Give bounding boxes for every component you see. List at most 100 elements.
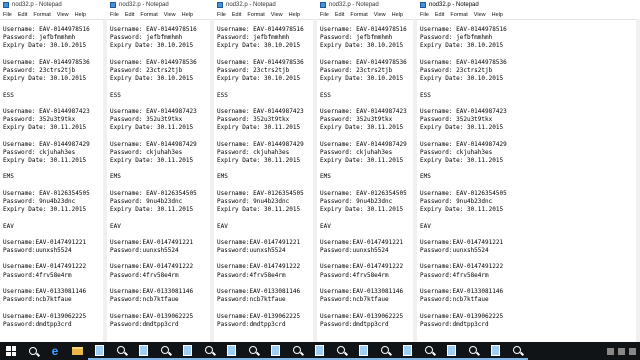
text-line — [3, 165, 107, 173]
text-line: Password: 23ctrs2tjb — [3, 66, 76, 74]
taskbar-notepad-button[interactable] — [198, 342, 220, 360]
menu-format[interactable]: Format — [140, 12, 157, 18]
text-line: Username:EAV-0139062225 — [110, 312, 194, 320]
taskbar-notepad-button[interactable] — [396, 342, 418, 360]
taskbar-notepad-button[interactable] — [132, 342, 154, 360]
menu-help[interactable]: Help — [75, 12, 86, 18]
menu-file[interactable]: File — [3, 12, 12, 18]
text-line: EMS — [217, 173, 228, 181]
search-icon — [513, 346, 521, 354]
text-area[interactable]: Username: EAV-0144978516 Password: jefbfm… — [417, 20, 640, 336]
title-bar[interactable]: nod32.p - Notepad — [417, 0, 640, 10]
text-area[interactable]: Username: EAV-0144978516 Password: jefbfm… — [0, 20, 107, 336]
taskbar-notepad-button[interactable] — [462, 342, 484, 360]
taskbar-notepad-button[interactable] — [506, 342, 528, 360]
file-explorer-button[interactable] — [66, 342, 88, 360]
text-line: Username: EAV-0144978536 — [320, 58, 407, 66]
menu-edit[interactable]: Edit — [232, 12, 241, 18]
notepad-icon — [402, 344, 412, 356]
start-windows-icon — [6, 346, 16, 356]
tray-icon[interactable] — [618, 347, 625, 355]
text-line — [320, 304, 417, 312]
menu-view[interactable]: View — [374, 12, 386, 18]
taskbar-notepad-button[interactable] — [418, 342, 440, 360]
text-line: Expiry Date: 30.11.2015 — [320, 206, 404, 214]
search-icon — [469, 346, 477, 354]
title-bar[interactable]: nod32.p - Notepad — [214, 0, 317, 10]
notepad-window[interactable]: nod32.p - Notepad File Edit Format View Help U… — [214, 0, 318, 342]
menu-file[interactable]: File — [217, 12, 226, 18]
text-line: Password: 23ctrs2tjb — [420, 66, 493, 74]
taskbar-notepad-button[interactable] — [330, 342, 352, 360]
text-line: Password: jefbfmmhmh — [3, 34, 76, 42]
taskbar-notepad-button[interactable] — [154, 342, 176, 360]
text-line: Password:dmdtpp3crd — [420, 320, 489, 328]
text-line: Password:dmdtpp3crd — [110, 320, 179, 328]
title-bar[interactable]: nod32.p - Notepad — [0, 0, 107, 10]
menu-view[interactable]: View — [57, 12, 69, 18]
taskbar-notepad-button[interactable] — [308, 342, 330, 360]
menu-format[interactable]: Format — [247, 12, 264, 18]
text-line: Password: 352u3t9tkx — [110, 116, 183, 124]
taskbar-notepad-button[interactable] — [286, 342, 308, 360]
menu-edit[interactable]: Edit — [335, 12, 344, 18]
text-line: Username: EAV-0144978516 — [3, 26, 90, 33]
taskbar-notepad-button[interactable] — [352, 342, 374, 360]
menu-view[interactable]: View — [164, 12, 176, 18]
text-line: Expiry Date: 30.11.2015 — [110, 157, 194, 164]
title-bar[interactable]: nod32.p - Notepad — [317, 0, 417, 10]
notepad-window[interactable]: nod32.p - Notepad File Edit Format View Help U… — [0, 0, 108, 342]
vertical-scrollbar[interactable] — [636, 19, 640, 342]
notepad-window[interactable]: nod32.p - Notepad File Edit Format View Help U… — [107, 0, 215, 342]
taskbar-notepad-button[interactable] — [88, 342, 110, 360]
taskbar-notepad-button[interactable] — [440, 342, 462, 360]
window-title: nod32.p - Notepad — [119, 2, 169, 8]
menu-help[interactable]: Help — [492, 12, 503, 18]
tray-icon[interactable] — [607, 347, 614, 355]
menu-view[interactable]: View — [271, 12, 283, 18]
text-line: Password: 352u3t9tkx — [320, 116, 393, 124]
notepad-window[interactable]: nod32.p - Notepad File Edit Format View Help U… — [417, 0, 640, 342]
taskbar-notepad-button[interactable] — [242, 342, 264, 360]
menu-help[interactable]: Help — [289, 12, 300, 18]
menu-file[interactable]: File — [320, 12, 329, 18]
taskbar-notepad-button[interactable] — [220, 342, 242, 360]
text-area[interactable]: Username: EAV-0144978516 Password: jefbfm… — [107, 20, 214, 336]
menu-format[interactable]: Format — [33, 12, 50, 18]
taskbar-notepad-button[interactable] — [484, 342, 506, 360]
menu-file[interactable]: File — [420, 12, 429, 18]
text-line: Password: ckjuhah3es — [320, 148, 393, 156]
text-line: Username:EAV-0147491221 — [217, 238, 301, 246]
notepad-icon — [490, 344, 500, 356]
menu-view[interactable]: View — [474, 12, 486, 18]
menu-file[interactable]: File — [110, 12, 119, 18]
title-bar[interactable]: nod32.p - Notepad — [107, 0, 214, 10]
text-line: Password: jefbfmmhmh — [420, 34, 493, 42]
menu-edit[interactable]: Edit — [125, 12, 134, 18]
menu-format[interactable]: Format — [350, 12, 367, 18]
text-line — [420, 83, 640, 91]
menu-help[interactable]: Help — [182, 12, 193, 18]
taskbar-notepad-button[interactable] — [374, 342, 396, 360]
text-line: ESS — [320, 91, 331, 99]
taskbar-notepad-button[interactable] — [176, 342, 198, 360]
menu-help[interactable]: Help — [392, 12, 403, 18]
text-line: Password: ckjuhah3es — [3, 148, 76, 156]
menu-bar: File Edit Format View Help — [417, 10, 640, 20]
notepad-window[interactable]: nod32.p - Notepad File Edit Format View Help U… — [317, 0, 418, 342]
text-line — [3, 182, 107, 190]
menu-edit[interactable]: Edit — [435, 12, 444, 18]
menu-format[interactable]: Format — [450, 12, 467, 18]
text-line: EMS — [3, 173, 14, 181]
search-button[interactable] — [22, 342, 44, 360]
edge-button[interactable]: e — [44, 342, 66, 360]
text-line: Username:EAV-0147491221 — [420, 238, 504, 246]
text-area[interactable]: Username: EAV-0144978516 Password: jefbfm… — [317, 20, 417, 336]
text-area[interactable]: Username: EAV-0144978516 Password: jefbfm… — [214, 20, 317, 336]
start-button[interactable] — [0, 342, 22, 360]
menu-edit[interactable]: Edit — [18, 12, 27, 18]
taskbar-notepad-button[interactable] — [110, 342, 132, 360]
text-line: ESS — [217, 91, 228, 99]
tray-icon[interactable] — [629, 347, 636, 355]
taskbar-notepad-button[interactable] — [264, 342, 286, 360]
